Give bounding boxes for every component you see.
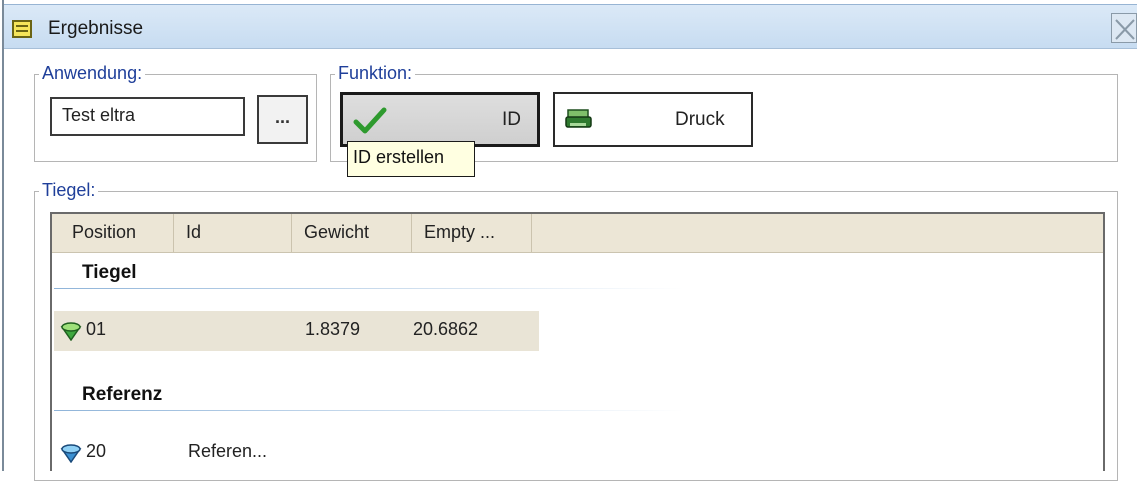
anwendung-legend: Anwendung: [39,62,146,84]
cell-position: 01 [86,319,107,339]
window-title: Ergebnisse [48,18,144,39]
column-header-empty[interactable]: Empty ... [412,214,532,252]
cell-position: 20 [86,441,107,461]
table-row[interactable]: 20 Referen... [54,433,539,473]
group-title-tiegel: Tiegel [82,262,137,283]
tiegel-legend: Tiegel: [39,179,99,201]
printer-icon [565,109,592,128]
green-crucible-icon [60,322,82,341]
results-window: Ergebnisse Anwendung: Test eltra ... Fun… [2,0,1137,481]
cell-gewicht: 1.8379 [305,319,361,339]
blue-crucible-icon [60,444,82,463]
column-header-id[interactable]: Id [174,214,292,252]
close-button[interactable] [1111,13,1137,43]
column-header-gewicht[interactable]: Gewicht [292,214,412,252]
list-window-icon [12,20,32,38]
checkmark-icon [353,107,387,134]
list-header: Position Id Gewicht Empty ... [52,214,1103,253]
group-divider [54,410,684,411]
browse-application-button[interactable]: ... [257,95,308,144]
funktion-legend: Funktion: [335,62,416,84]
group-divider [54,288,684,289]
title-bar: Ergebnisse [4,4,1137,49]
id-button-label: ID [502,109,521,130]
cell-id: Referen... [188,441,268,461]
application-input[interactable]: Test eltra [50,97,245,136]
cell-empty: 20.6862 [413,319,479,339]
close-icon [1115,19,1135,40]
druck-button-label: Druck [675,109,725,130]
table-row[interactable]: 01 1.8379 20.6862 [54,311,539,351]
crucible-list[interactable]: Position Id Gewicht Empty ... Tiegel 01 … [50,212,1105,471]
group-title-referenz: Referenz [82,384,163,405]
create-id-button[interactable]: ID [340,92,540,147]
print-button[interactable]: Druck [553,92,753,147]
column-header-position[interactable]: Position [52,214,174,252]
id-tooltip: ID erstellen [347,141,475,177]
